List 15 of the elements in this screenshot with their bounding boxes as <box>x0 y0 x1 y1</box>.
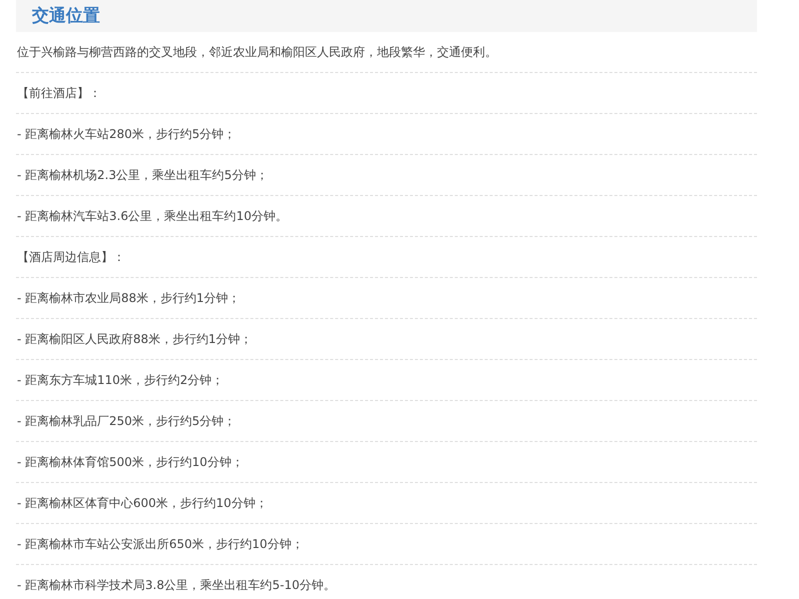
info-text: - 距离榆林市车站公安派出所650米，步行约10分钟； <box>16 524 757 565</box>
info-text: - 距离榆林汽车站3.6公里，乘坐出租车约10分钟。 <box>16 196 757 237</box>
info-text: - 距离榆林体育馆500米，步行约10分钟； <box>16 442 757 483</box>
info-text: - 距离榆林机场2.3公里，乘坐出租车约5分钟； <box>16 155 757 196</box>
info-text: - 距离榆阳区人民政府88米，步行约1分钟； <box>16 319 757 360</box>
info-text: - 距离东方车城110米，步行约2分钟； <box>16 360 757 401</box>
info-text: - 距离榆林市农业局88米，步行约1分钟； <box>16 278 757 319</box>
info-text: - 距离榆林区体育中心600米，步行约10分钟； <box>16 483 757 524</box>
info-text: - 距离榆林火车站280米，步行约5分钟； <box>16 114 757 155</box>
info-text: 【酒店周边信息】： <box>16 237 757 278</box>
info-text: - 距离榆林乳品厂250米，步行约5分钟； <box>16 401 757 442</box>
info-text: 【前往酒店】： <box>16 73 757 114</box>
section-title: 交通位置 <box>32 6 100 26</box>
info-text: 位于兴榆路与柳营西路的交叉地段，邻近农业局和榆阳区人民政府，地段繁华，交通便利。 <box>16 32 757 73</box>
info-text: - 距离榆林市科学技术局3.8公里，乘坐出租车约5-10分钟。 <box>16 577 336 594</box>
